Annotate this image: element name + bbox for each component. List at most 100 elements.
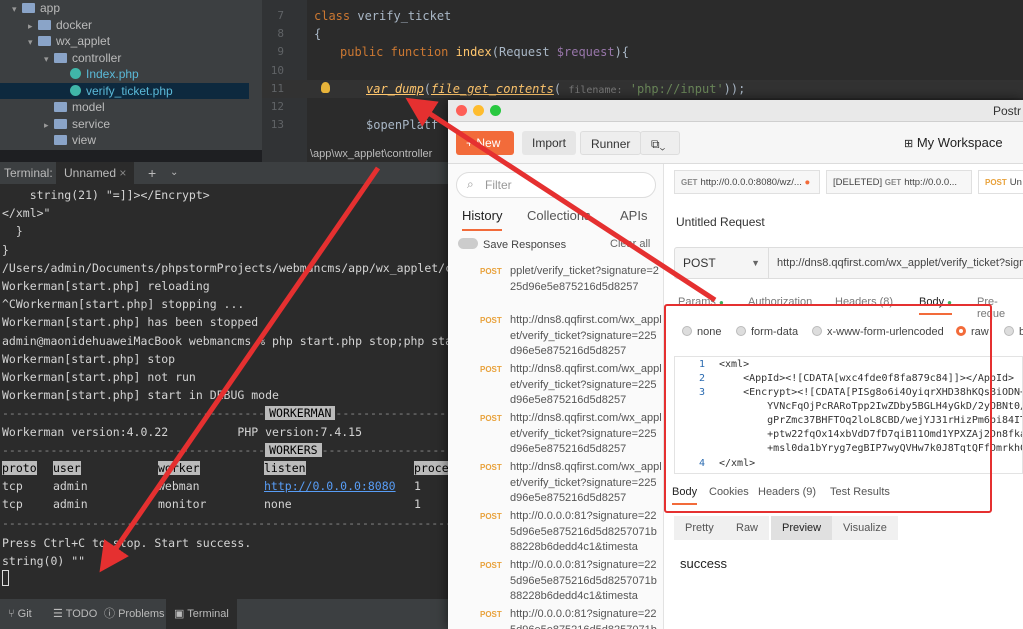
save-responses-toggle[interactable]: Save Responses <box>458 238 566 251</box>
code-line-number: 1 <box>698 359 705 370</box>
history-item[interactable]: POST http://dns8.qqfirst.com/wx_applet/ve… <box>448 411 664 460</box>
close-icon[interactable]: × <box>119 166 126 180</box>
chevron-icon[interactable]: ▸ <box>28 18 38 34</box>
radio-none[interactable]: none <box>682 326 721 338</box>
body-editor[interactable]: 1 2 3 4 <xml> <AppId><![CDATA[wxc4fde0f8fa87… <box>674 356 1023 474</box>
history-item[interactable]: POST http://0.0.0.0:81?signature=225d96e5… <box>448 558 664 607</box>
chevron-icon[interactable]: ▾ <box>12 1 22 17</box>
lightbulb-icon[interactable] <box>321 82 330 93</box>
function-name: index <box>455 45 492 59</box>
tree-item[interactable]: ▸ docker <box>0 17 249 33</box>
tree-item[interactable]: ▸ service <box>0 116 249 132</box>
line-number: 11 <box>270 82 284 95</box>
tree-item[interactable]: ▾ app <box>0 0 249 16</box>
tab-headers[interactable]: Headers (8) <box>835 296 893 308</box>
tool-window-problems[interactable]: ⓘ Problems <box>96 599 173 629</box>
method-select[interactable]: POST ▼ <box>675 248 769 278</box>
class-name: verify_ticket <box>357 9 452 23</box>
clear-all-button[interactable]: Clear all <box>610 238 650 250</box>
folder-icon <box>38 19 51 30</box>
workspace-label: My Workspace <box>916 135 1003 150</box>
breadcrumb[interactable]: \app\wx_applet\controller <box>310 148 432 160</box>
resp-tab-body[interactable]: Body <box>672 486 698 505</box>
chevron-down-icon[interactable]: ⌄ <box>170 167 178 178</box>
history-item[interactable]: POST pplet/verify_ticket?signature=225d96… <box>448 264 664 313</box>
tab-params[interactable]: Params ● <box>678 296 724 308</box>
terminal-output[interactable]: string(21) "=]]></Encrypt> </xml>" }} /Use… <box>0 184 448 599</box>
history-item[interactable]: POST http://dns8.qqfirst.com/wx_applet/ve… <box>448 313 664 362</box>
parameter-hint: filename: <box>568 85 623 96</box>
request-tab[interactable]: GET http://0.0.0.0:8080/wz/... ● <box>674 170 820 194</box>
radio-binary[interactable]: b <box>1004 326 1023 338</box>
tab-apis[interactable]: APIs <box>620 208 647 223</box>
tab-authorization[interactable]: Authorization <box>748 296 812 308</box>
history-item[interactable]: POST http://dns8.qqfirst.com/wx_applet/ve… <box>448 362 664 411</box>
view-visualize[interactable]: Visualize <box>832 516 898 540</box>
tree-item[interactable]: Index.php <box>0 66 249 82</box>
tool-window-git[interactable]: ⑂ Git <box>0 599 40 629</box>
history-item[interactable]: POST http://dns8.qqfirst.com/wx_applet/ve… <box>448 460 664 509</box>
table-cell[interactable]: http://0.0.0.0:8080 <box>264 479 396 493</box>
url-input[interactable]: http://dns8.qqfirst.com/wx_applet/verify… <box>777 248 1023 278</box>
tool-window-terminal[interactable]: ▣ Terminal <box>166 599 237 629</box>
table-header: proce <box>414 461 448 475</box>
tree-item[interactable]: ▾ controller <box>0 50 249 66</box>
maximize-window-button[interactable] <box>490 105 501 116</box>
tree-item-label: verify_ticket.php <box>86 83 173 98</box>
request-tab[interactable]: [DELETED] GET http://0.0.0... <box>826 170 972 194</box>
tree-item[interactable]: model <box>0 99 249 115</box>
view-pretty[interactable]: Pretty <box>674 516 725 540</box>
resp-tab-cookies[interactable]: Cookies <box>709 486 749 498</box>
resp-tab-headers[interactable]: Headers (9) <box>758 486 816 498</box>
search-icon: ⌕ <box>467 177 474 191</box>
terminal-line: Workerman[start.php] start in DEBUG mode <box>2 388 279 403</box>
import-button[interactable]: Import <box>522 131 577 155</box>
terminal-tab[interactable]: Unnamed × <box>56 162 135 184</box>
terminal-separator: ----------------------------------------… <box>2 515 448 530</box>
tab-body[interactable]: Body ● <box>919 296 952 315</box>
add-icon[interactable]: + <box>148 165 156 181</box>
terminal-line: ^CWorkerman[start.php] stopping ... <box>2 297 245 312</box>
view-raw[interactable]: Raw <box>725 516 770 540</box>
tab-pre-request[interactable]: Pre-reque <box>977 296 1023 320</box>
folder-icon <box>54 52 67 63</box>
close-window-button[interactable] <box>456 105 467 116</box>
radio-raw[interactable]: raw <box>956 326 989 338</box>
request-name[interactable]: Untitled Request <box>676 215 765 229</box>
new-button[interactable]: + New <box>456 131 514 155</box>
listen-link[interactable]: http://0.0.0.0:8080 <box>264 479 396 493</box>
terminal-icon: ▣ <box>174 608 185 620</box>
line-number: 13 <box>270 118 284 131</box>
filter-input[interactable]: ⌕ Filter <box>456 172 656 198</box>
history-item[interactable]: POST http://0.0.0.0:81?signature=225d96e5… <box>448 509 664 558</box>
toggle-icon <box>458 238 478 249</box>
request-tab-active[interactable]: POST Un <box>978 170 1023 194</box>
new-window-button[interactable]: ⧉⌄ <box>640 131 680 155</box>
tree-item[interactable]: verify_ticket.php <box>0 82 249 99</box>
tree-item[interactable]: view <box>0 132 249 148</box>
runner-button[interactable]: Runner <box>580 131 642 155</box>
terminal-separator: -------------------------------------- WO… <box>2 406 448 421</box>
tab-history[interactable]: History <box>462 208 503 231</box>
resp-tab-test-results[interactable]: Test Results <box>830 486 890 498</box>
code-text: ){ <box>614 45 630 59</box>
variable: $request <box>556 45 615 59</box>
tree-item-label: controller <box>72 50 122 65</box>
table-header: listen <box>264 461 306 475</box>
workspace-switcher[interactable]: ⊞ My Workspace <box>904 135 1003 150</box>
function-call: file_get_contents <box>431 82 554 96</box>
chevron-icon[interactable]: ▾ <box>44 51 54 67</box>
table-header: user <box>53 461 81 475</box>
history-item[interactable]: POST http://0.0.0.0:81?signature=225d96e5… <box>448 607 664 629</box>
chevron-icon[interactable]: ▾ <box>28 34 38 50</box>
terminal-line: Workerman[start.php] stop <box>2 351 176 366</box>
tab-collections[interactable]: Collections <box>527 208 591 223</box>
tree-item[interactable]: ▾ wx_applet <box>0 33 249 49</box>
grid-icon: ⊞ <box>904 138 914 150</box>
deleted-prefix: [DELETED] <box>833 177 883 188</box>
radio-form-data[interactable]: form-data <box>736 326 798 338</box>
radio-urlencoded[interactable]: x-www-form-urlencoded <box>812 326 944 338</box>
minimize-window-button[interactable] <box>473 105 484 116</box>
view-preview[interactable]: Preview <box>771 516 833 540</box>
chevron-icon[interactable]: ▸ <box>44 117 54 133</box>
